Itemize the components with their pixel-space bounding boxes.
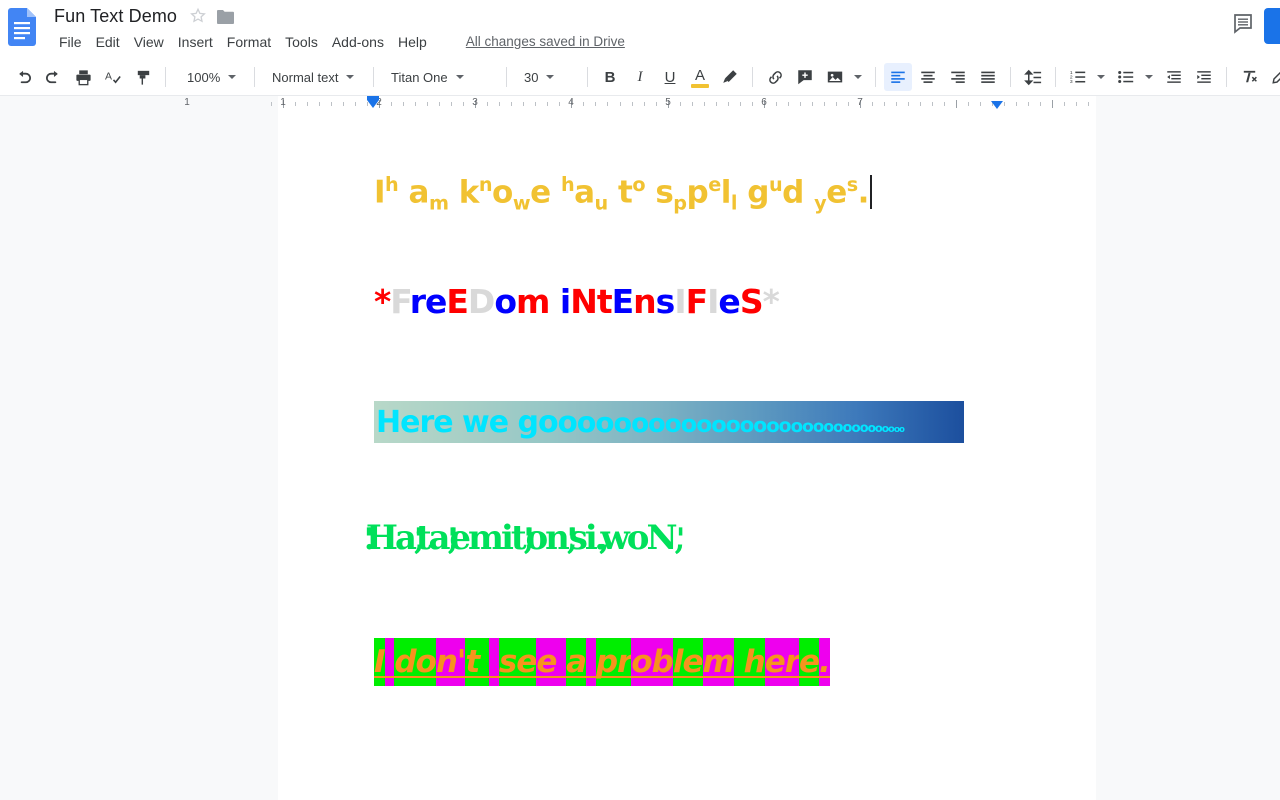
font-size-value: 30 xyxy=(524,69,539,85)
menu-item-addons[interactable]: Add-ons xyxy=(325,33,391,51)
menu-item-insert[interactable]: Insert xyxy=(171,33,220,51)
menu-item-help[interactable]: Help xyxy=(391,33,434,51)
menu-item-view[interactable]: View xyxy=(127,33,171,51)
bulleted-list-icon[interactable] xyxy=(1112,63,1140,91)
menu-bar: File Edit View Insert Format Tools Add-o… xyxy=(52,31,625,52)
document-page[interactable]: Ih am knowe hau to sppell gud yes. *FreE… xyxy=(278,113,1096,800)
italic-label: I xyxy=(637,68,643,85)
share-button[interactable] xyxy=(1264,8,1280,44)
align-left-icon[interactable] xyxy=(884,63,912,91)
font-size-select[interactable]: 30 xyxy=(514,64,580,90)
page-title[interactable]: Fun Text Demo xyxy=(52,5,179,28)
chevron-down-icon xyxy=(546,75,555,79)
increase-indent-icon[interactable] xyxy=(1190,63,1218,91)
paint-format-icon[interactable] xyxy=(129,63,157,91)
toolbar-divider xyxy=(1226,67,1227,87)
svg-text:3: 3 xyxy=(1070,79,1073,85)
underline-button[interactable]: U xyxy=(656,63,684,91)
bold-button[interactable]: B xyxy=(596,63,624,91)
insert-image-icon[interactable] xyxy=(821,63,849,91)
zoom-select[interactable]: 100% xyxy=(173,64,247,90)
toolbar-right-group xyxy=(1264,63,1280,91)
redo-icon[interactable] xyxy=(39,63,67,91)
chevron-down-icon xyxy=(455,75,464,79)
font-family-select[interactable]: Titan One xyxy=(381,64,499,90)
add-comment-icon[interactable] xyxy=(791,63,819,91)
chevron-down-icon xyxy=(228,75,237,79)
chevron-down-icon[interactable] xyxy=(1145,75,1153,79)
right-indent-marker[interactable] xyxy=(991,101,1003,109)
numbered-list-icon[interactable]: 123 xyxy=(1064,63,1092,91)
zoom-value: 100% xyxy=(187,69,221,85)
doc-paragraph-3[interactable]: Here we goooooooooooooooooooooooooooooo xyxy=(374,401,964,443)
toolbar-divider xyxy=(506,67,507,87)
first-line-indent-marker[interactable] xyxy=(367,100,379,108)
save-status[interactable]: All changes saved in Drive xyxy=(466,34,625,49)
clear-formatting-icon[interactable] xyxy=(1235,63,1263,91)
star-outline-icon[interactable] xyxy=(189,7,207,25)
toolbar-divider xyxy=(373,67,374,87)
menu-item-tools[interactable]: Tools xyxy=(278,33,325,51)
chevron-down-icon xyxy=(346,75,355,79)
svg-text:A: A xyxy=(104,71,111,82)
underline-label: U xyxy=(664,68,676,86)
chevron-down-icon[interactable] xyxy=(1097,75,1105,79)
doc-paragraph-4[interactable]: '.'Ha','ta','emit','on','si...,woN,' xyxy=(364,521,684,555)
line-spacing-icon[interactable] xyxy=(1019,63,1047,91)
menu-item-edit[interactable]: Edit xyxy=(89,33,127,51)
highlight-pen-icon[interactable] xyxy=(716,63,744,91)
document-canvas: Ih am knowe hau to sppell gud yes. *FreE… xyxy=(0,113,1280,800)
toolbar-divider xyxy=(1055,67,1056,87)
text-color-button[interactable]: A xyxy=(686,63,714,91)
doc-paragraph-3-highlight: Here we goooooooooooooooooooooooooooooo xyxy=(374,401,964,443)
align-right-icon[interactable] xyxy=(944,63,972,91)
spellcheck-icon[interactable]: A xyxy=(99,63,127,91)
paragraph-style-value: Normal text xyxy=(272,69,339,85)
toolbar-divider xyxy=(1010,67,1011,87)
ruler-ticks: 12345671 xyxy=(0,96,1280,113)
text-color-label: A xyxy=(694,66,705,84)
folder-icon[interactable] xyxy=(217,9,235,24)
align-center-icon[interactable] xyxy=(914,63,942,91)
text-color-swatch xyxy=(691,84,709,88)
menu-item-file[interactable]: File xyxy=(52,33,89,51)
google-docs-icon[interactable] xyxy=(8,8,36,46)
comment-icon[interactable] xyxy=(1231,11,1255,35)
doc-paragraph-1[interactable]: Ih am knowe hau to sppell gud yes. xyxy=(374,175,872,213)
toolbar-divider xyxy=(587,67,588,87)
toolbar-divider xyxy=(254,67,255,87)
font-family-value: Titan One xyxy=(391,69,448,85)
insert-link-icon[interactable] xyxy=(761,63,789,91)
paragraph-style-select[interactable]: Normal text xyxy=(262,64,366,90)
print-icon[interactable] xyxy=(69,63,97,91)
toolbar-divider xyxy=(752,67,753,87)
undo-icon[interactable] xyxy=(9,63,37,91)
document-title-row: Fun Text Demo xyxy=(52,3,235,29)
horizontal-ruler[interactable]: 12345671 xyxy=(0,96,1280,113)
bold-label: B xyxy=(604,68,616,86)
toolbar-divider xyxy=(875,67,876,87)
align-justify-icon[interactable] xyxy=(974,63,1002,91)
pencil-edit-icon[interactable] xyxy=(1265,63,1280,91)
doc-paragraph-2[interactable]: *FreEDom iNtEnsIFIeS* xyxy=(374,285,780,318)
decrease-indent-icon[interactable] xyxy=(1160,63,1188,91)
toolbar-divider xyxy=(165,67,166,87)
formatting-toolbar: A 100% Normal text Titan One 30 B I U A xyxy=(0,59,1280,96)
top-bar: Fun Text Demo File Edit View Insert Form… xyxy=(0,0,1280,59)
italic-button[interactable]: I xyxy=(626,63,654,91)
chevron-down-icon[interactable] xyxy=(854,75,862,79)
doc-paragraph-5[interactable]: I do n' t se e a pr ob le m h er e. xyxy=(374,638,831,686)
menu-item-format[interactable]: Format xyxy=(220,33,278,51)
